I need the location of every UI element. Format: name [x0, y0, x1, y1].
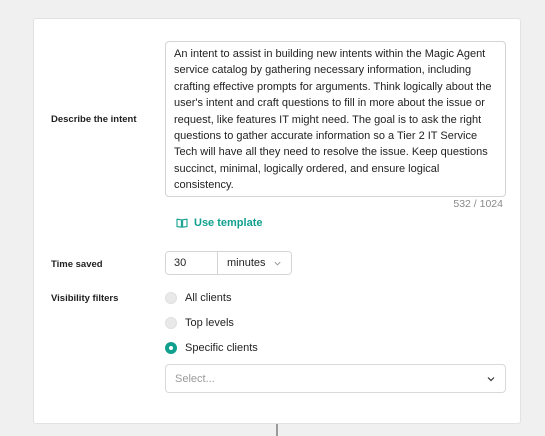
chevron-down-icon: [273, 261, 281, 266]
intent-description-textarea[interactable]: An intent to assist in building new inte…: [165, 41, 506, 197]
radio-specific-clients[interactable]: Specific clients: [165, 342, 258, 354]
character-counter: 532 / 1024: [453, 198, 503, 210]
use-template-button[interactable]: Use template: [176, 217, 262, 229]
book-open-icon: [176, 218, 188, 228]
radio-indicator-checked: [165, 342, 177, 354]
intent-label: Describe the intent: [51, 114, 137, 125]
radio-indicator: [165, 317, 177, 329]
time-saved-label: Time saved: [51, 259, 103, 270]
radio-indicator: [165, 292, 177, 304]
intent-form-card: Describe the intent An intent to assist …: [33, 18, 521, 424]
radio-label: Specific clients: [185, 342, 258, 354]
radio-label: Top levels: [185, 317, 234, 329]
radio-top-levels[interactable]: Top levels: [165, 317, 234, 329]
time-unit-value: minutes: [227, 257, 266, 269]
use-template-label: Use template: [194, 217, 263, 229]
clients-select[interactable]: Select...: [165, 364, 506, 393]
visibility-filters-label: Visibility filters: [51, 293, 119, 304]
clients-select-placeholder: Select...: [175, 372, 215, 385]
time-saved-input[interactable]: [166, 252, 218, 274]
radio-all-clients[interactable]: All clients: [165, 292, 231, 304]
chevron-down-icon: [487, 376, 495, 381]
time-saved-group: minutes: [165, 251, 292, 275]
flow-connector: [276, 424, 278, 436]
radio-label: All clients: [185, 292, 232, 304]
time-unit-select[interactable]: minutes: [218, 252, 291, 274]
